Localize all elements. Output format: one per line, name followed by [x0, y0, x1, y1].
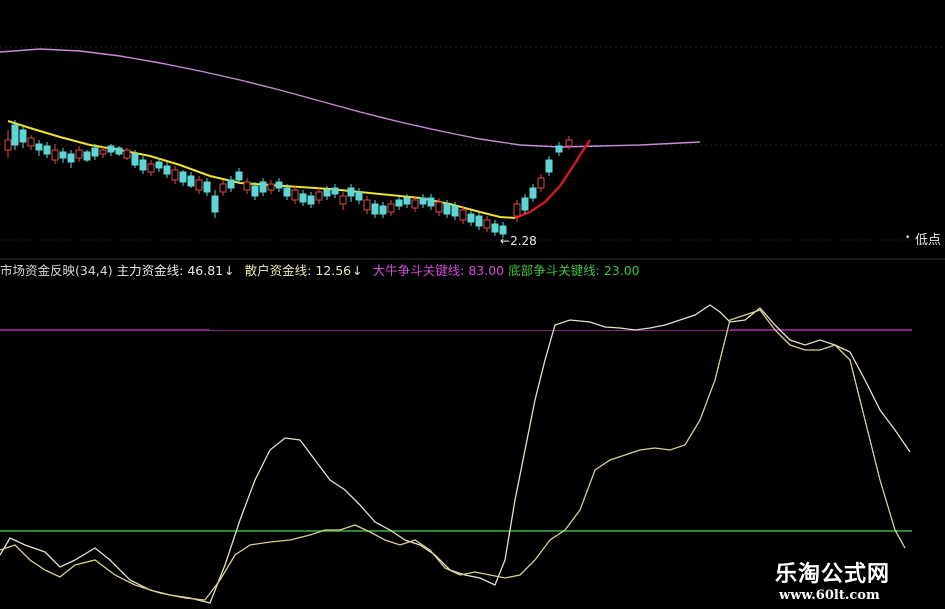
bottom-line-value: 23.00 — [603, 263, 640, 278]
candle-body — [435, 201, 443, 213]
candle-body — [545, 159, 553, 173]
main-fund-value: 46.81 — [187, 263, 224, 278]
indicator-info-bar: 市场资金反映(34,4) 主力资金线: 46.81↓ 散户资金线: 12.56↓ 大牛争斗… — [0, 262, 644, 280]
candle-body — [411, 199, 419, 209]
low-point-marker-icon: • — [905, 233, 911, 243]
candle-body — [203, 181, 211, 193]
candle-body — [51, 149, 59, 161]
candle-body — [251, 185, 259, 197]
main-fund-label: 主力资金线: — [116, 263, 184, 278]
low-point-label: 低点 — [915, 233, 942, 248]
left-arrow-icon: ← — [500, 234, 511, 248]
candle-body — [483, 219, 491, 229]
watermark-title: 乐淘公式网 — [775, 562, 891, 587]
candle-body — [403, 197, 411, 205]
candle-body — [83, 151, 91, 161]
bull-line-value: 83.00 — [468, 263, 505, 278]
candle-body — [379, 205, 387, 215]
candle-body — [123, 149, 131, 159]
candle-body — [427, 197, 435, 207]
candle-body — [27, 137, 35, 147]
bottom-line-label: 底部争斗关键线: — [508, 263, 600, 278]
candle-body — [35, 143, 43, 151]
candle-body — [499, 225, 507, 235]
candle-body — [115, 147, 123, 155]
candle-body — [19, 129, 27, 143]
candle-body — [347, 187, 355, 197]
low-price-annotation: ←2.28 — [500, 234, 537, 248]
candle-body — [291, 189, 299, 201]
candle-body — [131, 153, 139, 166]
candle-body — [211, 195, 219, 213]
candle-body — [227, 179, 235, 189]
candle-body — [59, 151, 67, 159]
candle-body — [171, 169, 179, 181]
candle-body — [267, 183, 275, 191]
candle-body — [11, 124, 19, 146]
candle-body — [163, 165, 171, 175]
candle-body — [307, 195, 315, 205]
down-arrow-icon: ↓ — [352, 263, 363, 278]
down-arrow-icon: ↓ — [224, 263, 235, 278]
candle-body — [43, 145, 51, 155]
candle-body — [155, 161, 163, 169]
candle-body — [555, 145, 563, 153]
candle-body — [475, 215, 483, 227]
candle-body — [299, 193, 307, 203]
candle-body — [67, 153, 75, 163]
candle-body — [443, 203, 451, 215]
candle-body — [107, 145, 115, 153]
candle-body — [179, 171, 187, 183]
low-price-value: 2.28 — [510, 234, 537, 248]
candle-body — [99, 149, 107, 155]
candle-body — [371, 203, 379, 215]
candle-body — [187, 175, 195, 187]
retail-fund-label: 散户资金线: — [244, 263, 312, 278]
candle-body — [467, 213, 475, 223]
indicator-title[interactable]: 市场资金反映(34,4) — [0, 263, 113, 278]
retail-fund-value: 12.56 — [315, 263, 352, 278]
candle-body — [315, 191, 323, 201]
candle-body — [521, 197, 529, 211]
candle-body — [323, 189, 331, 197]
candle-body — [491, 223, 499, 233]
candle-body — [355, 191, 363, 201]
candle-body — [537, 177, 545, 189]
candle-body — [275, 181, 283, 189]
candle-body — [419, 197, 427, 205]
bull-line-label: 大牛争斗关键线: — [372, 263, 465, 278]
candle-body — [91, 147, 99, 157]
candle-body — [219, 183, 227, 193]
stock-chart[interactable] — [0, 0, 945, 609]
candle-body — [4, 139, 12, 151]
candle-body — [243, 181, 251, 191]
candle-body — [139, 159, 147, 171]
candle-body — [283, 187, 291, 197]
candle-body — [395, 199, 403, 207]
mask-block — [210, 280, 730, 330]
watermark-url: www.60lt.com — [779, 588, 880, 603]
candle-body — [195, 179, 203, 191]
candle-body — [387, 203, 395, 213]
candle-body — [339, 195, 347, 205]
watermark: 乐淘公式网 www.60lt.com — [757, 550, 945, 609]
candle-body — [259, 181, 267, 193]
candle-body — [331, 187, 339, 195]
candle-body — [147, 163, 155, 173]
candle-body — [565, 139, 573, 147]
candle-body — [235, 171, 243, 181]
candle-body — [451, 205, 459, 217]
candle-body — [459, 209, 467, 221]
candle-body — [75, 149, 83, 159]
candle-body — [529, 187, 537, 199]
candle-body — [513, 203, 521, 217]
candle-body — [363, 199, 371, 211]
